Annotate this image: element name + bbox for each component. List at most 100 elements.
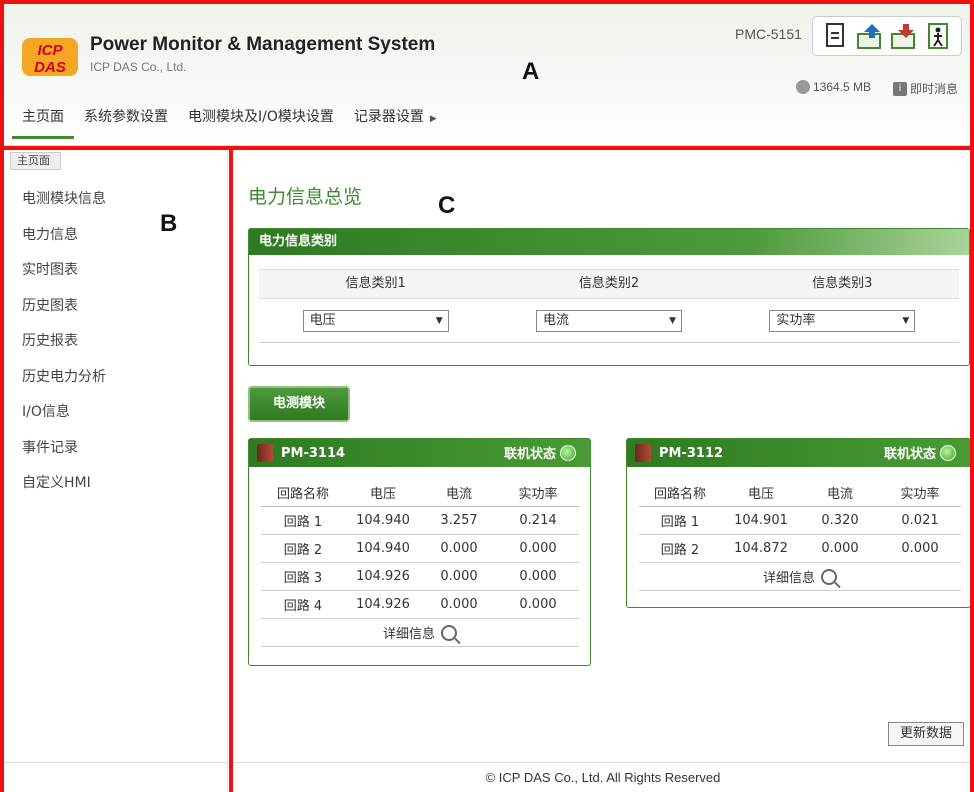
loop-table: 回路名称 电压 电流 实功率 回路 1 104.901 0.320 0.021 … [639,479,961,591]
nav-recorder-label: 记录器设置 [353,109,424,125]
sidebar-item-history-analysis[interactable]: 历史电力分析 [22,366,106,402]
header: ICP DAS Power Monitor & Management Syste… [0,0,974,146]
current-value: 0.000 [440,597,478,612]
sidebar-item-io-info[interactable]: I/O信息 [22,401,106,437]
icpdas-logo: ICP DAS [22,38,78,76]
app-root: ICP DAS Power Monitor & Management Syste… [0,0,974,792]
current-value: 0.000 [440,569,478,584]
category-select-row: 电压 ▼ 电流 ▼ 实功率 ▼ [259,299,959,343]
detail-info-link[interactable]: 详细信息 [261,619,579,647]
sidebar: 主页面 电测模块信息 电力信息 实时图表 历史图表 历史报表 历史电力分析 I/… [0,146,228,792]
nav-home[interactable]: 主页面 [12,100,74,139]
page-title: 电力信息总览 [248,186,363,208]
footer-divider [232,762,974,763]
category-cell-3: 实功率 ▼ [726,309,959,332]
column-header: 回路名称 [653,487,706,502]
category-2-select[interactable]: 电流 ▼ [535,309,682,332]
company-name: ICP DAS Co., Ltd. [90,60,187,74]
svg-text:DAS: DAS [34,59,66,76]
category-column-1: 信息类别1 [345,276,406,291]
category-1-select[interactable]: 电压 ▼ [302,309,449,332]
loop-table: 回路名称 电压 电流 实功率 回路 1 104.940 3.257 0.214 … [261,479,579,647]
main-nav: 主页面 系统参数设置 电测模块及I/O模块设置 记录器设置 ▶ [12,100,447,139]
dropdown-arrow-icon: ▼ [669,315,676,326]
message-icon: i [893,81,907,96]
loop-name: 回路 3 [283,571,323,586]
real-power-value: 0.000 [519,597,557,612]
column-header: 电流 [826,487,853,502]
loop-table-header: 回路名称 电压 电流 实功率 [261,479,579,507]
nav-system-settings[interactable]: 系统参数设置 [74,100,178,139]
meter-device-icon [635,444,651,462]
column-header: 电压 [369,487,396,502]
sidebar-menu: 电测模块信息 电力信息 实时图表 历史图表 历史报表 历史电力分析 I/O信息 … [22,188,106,508]
category-3-select[interactable]: 实功率 ▼ [769,309,916,332]
category-3-value: 实功率 [776,312,816,328]
download-icon[interactable] [889,21,919,51]
column-header: 实功率 [900,487,940,502]
current-value: 0.320 [821,513,859,528]
instant-message-label: 即时消息 [910,82,959,96]
current-value: 0.000 [440,541,478,556]
detail-info-label: 详细信息 [762,571,815,586]
loop-name: 回路 1 [283,515,323,530]
logout-icon[interactable] [923,21,953,51]
category-column-3: 信息类别3 [812,276,873,291]
column-header: 电流 [445,487,472,502]
column-header: 回路名称 [276,487,329,502]
module-card-header: PM-3112 联机状态 [627,439,970,467]
voltage-value: 104.940 [356,513,410,528]
voltage-value: 104.940 [356,541,410,556]
document-icon[interactable] [821,21,851,51]
chevron-right-icon: ▶ [429,114,437,124]
sidebar-item-module-info[interactable]: 电测模块信息 [22,188,106,224]
loop-name: 回路 2 [660,543,700,558]
sidebar-item-event-log[interactable]: 事件记录 [22,437,106,473]
search-icon [821,568,837,585]
table-row: 回路 4 104.926 0.000 0.000 [261,591,579,619]
table-row: 回路 1 104.901 0.320 0.021 [639,507,961,535]
annotation-label-a: A [522,58,540,85]
real-power-value: 0.000 [519,541,557,556]
module-card-pm3112: PM-3112 联机状态 回路名称 电压 电流 实功率 回路 1 104.901… [626,438,971,608]
instant-message-link[interactable]: i 即时消息 [893,80,958,97]
voltage-value: 104.926 [356,597,410,612]
column-header: 电压 [747,487,774,502]
sidebar-item-custom-hmi[interactable]: 自定义HMI [22,472,106,508]
loop-name: 回路 2 [283,543,323,558]
real-power-value: 0.000 [519,569,557,584]
nav-recorder-settings[interactable]: 记录器设置 ▶ [344,100,447,139]
voltage-value: 104.926 [356,569,410,584]
connection-status: 联机状态 [884,443,956,462]
real-power-value: 0.214 [519,513,557,528]
search-icon [441,624,457,641]
nav-module-settings[interactable]: 电测模块及I/O模块设置 [178,100,344,139]
sidebar-item-power-info[interactable]: 电力信息 [22,224,106,260]
category-cell-1: 电压 ▼ [259,309,492,332]
detail-info-link[interactable]: 详细信息 [639,563,961,591]
category-panel: 电力信息类别 信息类别1 信息类别2 信息类别3 电压 ▼ 电流 ▼ 实功率 ▼ [248,228,970,366]
app-title: Power Monitor & Management System [90,34,436,55]
table-row: 回路 2 104.872 0.000 0.000 [639,535,961,563]
memory-value: 1364.5 MB [813,80,872,94]
voltage-value: 104.872 [734,541,788,556]
sidebar-item-history-chart[interactable]: 历史图表 [22,295,106,331]
table-row: 回路 2 104.940 0.000 0.000 [261,535,579,563]
detail-info-label: 详细信息 [382,627,435,642]
annotation-label-c: C [438,192,456,219]
module-card-pm3114: PM-3114 联机状态 回路名称 电压 电流 实功率 回路 1 104.940… [248,438,591,666]
breadcrumb[interactable]: 主页面 [10,152,61,170]
category-2-value: 电流 [542,312,569,328]
main-content: 电力信息总览 电力信息类别 信息类别1 信息类别2 信息类别3 电压 ▼ 电流 ▼ [232,146,974,792]
upload-icon[interactable] [855,21,885,51]
sidebar-item-realtime-chart[interactable]: 实时图表 [22,259,106,295]
connection-status-label: 联机状态 [883,447,936,462]
current-value: 3.257 [440,513,478,528]
real-power-value: 0.000 [901,541,939,556]
status-led-icon [560,444,576,461]
meter-device-icon [257,444,273,462]
sidebar-item-history-report[interactable]: 历史报表 [22,330,106,366]
update-data-button[interactable]: 更新数据 [888,722,964,746]
connection-status: 联机状态 [504,443,576,462]
power-module-button[interactable]: 电测模块 [248,386,350,422]
